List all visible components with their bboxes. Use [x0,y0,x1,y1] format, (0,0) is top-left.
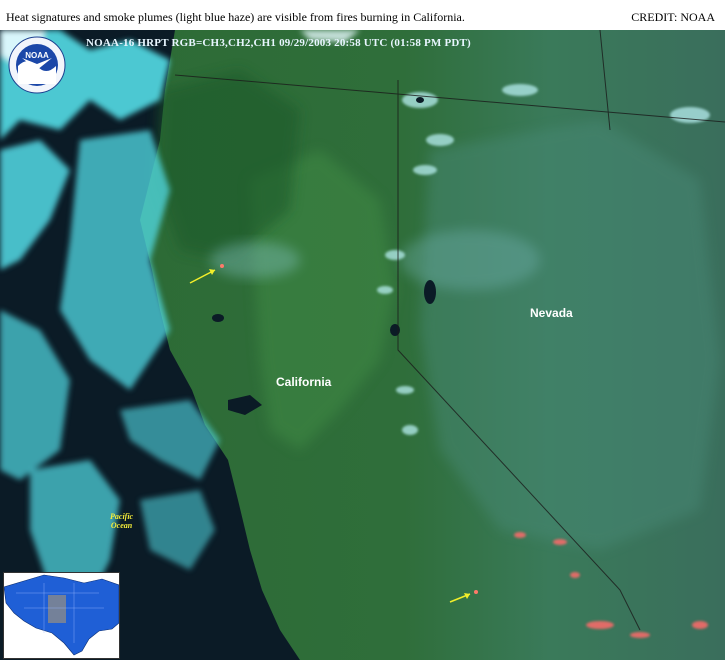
locator-inset-map [3,572,120,659]
noaa-logo-icon: NOAA [8,36,66,94]
label-pacific-ocean: Pacific Ocean [110,512,133,530]
label-nevada: Nevada [530,306,573,320]
ocean-line-1: Pacific [110,512,134,521]
label-california: California [276,375,332,389]
ocean-line-2: Ocean [110,521,133,530]
credit-text: CREDIT: NOAA [631,10,715,24]
smoke-plume [210,242,300,278]
caption-text: Heat signatures and smoke plumes (light … [6,10,465,24]
caption-bar: Heat signatures and smoke plumes (light … [0,0,725,30]
satellite-image-frame: Heat signatures and smoke plumes (light … [0,0,725,660]
smoke-haze [400,230,540,290]
noaa-logo-text: NOAA [25,51,49,60]
satellite-map [0,30,725,660]
image-header: NOAA-16 HRPT RGB=CH3,CH2,CH1 09/29/2003 … [86,37,471,49]
inset-highlight [48,595,66,623]
